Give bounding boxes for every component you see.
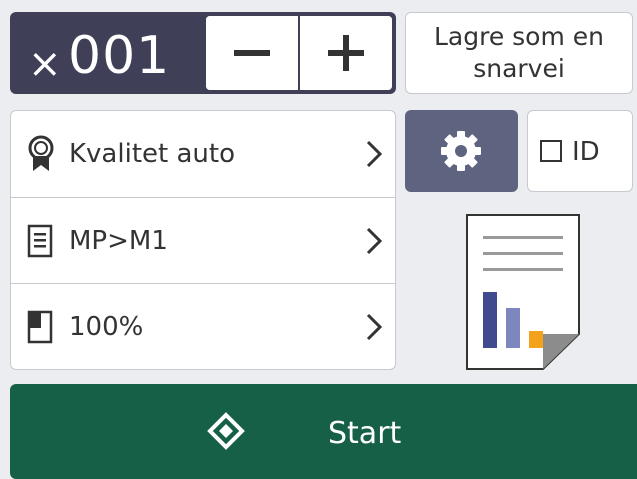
quality-ribbon-icon bbox=[28, 135, 54, 171]
chevron-right-icon bbox=[366, 140, 383, 168]
setting-label-quality: Kvalitet auto bbox=[69, 139, 235, 169]
id-label: ID bbox=[572, 137, 600, 167]
tray-list-icon bbox=[27, 224, 53, 258]
minus-icon bbox=[234, 50, 270, 56]
copy-screen: × 001 Lagre som en snarvei Kvalitet auto… bbox=[0, 0, 637, 479]
chevron-right-icon bbox=[366, 313, 383, 341]
setting-row-scale[interactable]: 100% bbox=[11, 283, 395, 369]
decrease-copies-button[interactable] bbox=[206, 16, 298, 90]
copies-count: 001 bbox=[68, 26, 171, 86]
shortcut-label-line1: Lagre som en bbox=[433, 22, 605, 51]
plus-icon bbox=[328, 35, 364, 71]
start-label: Start bbox=[328, 416, 402, 451]
options-button[interactable] bbox=[405, 110, 518, 192]
document-preview-icon bbox=[466, 214, 580, 370]
copies-prefix: × bbox=[28, 41, 62, 87]
id-checkbox[interactable] bbox=[540, 140, 562, 162]
page-scale-icon bbox=[27, 310, 53, 344]
setting-label-scale: 100% bbox=[69, 312, 144, 342]
shortcut-label-line2: snarvei bbox=[473, 54, 565, 83]
copies-panel: × 001 bbox=[10, 12, 396, 94]
increase-copies-button[interactable] bbox=[300, 16, 392, 90]
start-button[interactable]: Start bbox=[10, 384, 637, 479]
start-diamond-icon bbox=[207, 412, 245, 450]
id-copy-toggle[interactable]: ID bbox=[527, 110, 633, 192]
settings-list: Kvalitet auto MP>M1 100% bbox=[10, 110, 396, 370]
setting-row-quality[interactable]: Kvalitet auto bbox=[11, 111, 395, 197]
save-as-shortcut-button[interactable]: Lagre som en snarvei bbox=[405, 12, 633, 94]
setting-label-tray: MP>M1 bbox=[69, 226, 168, 256]
setting-row-tray[interactable]: MP>M1 bbox=[11, 197, 395, 284]
chevron-right-icon bbox=[366, 227, 383, 255]
gear-icon bbox=[441, 131, 481, 171]
copies-stepper bbox=[206, 16, 392, 90]
